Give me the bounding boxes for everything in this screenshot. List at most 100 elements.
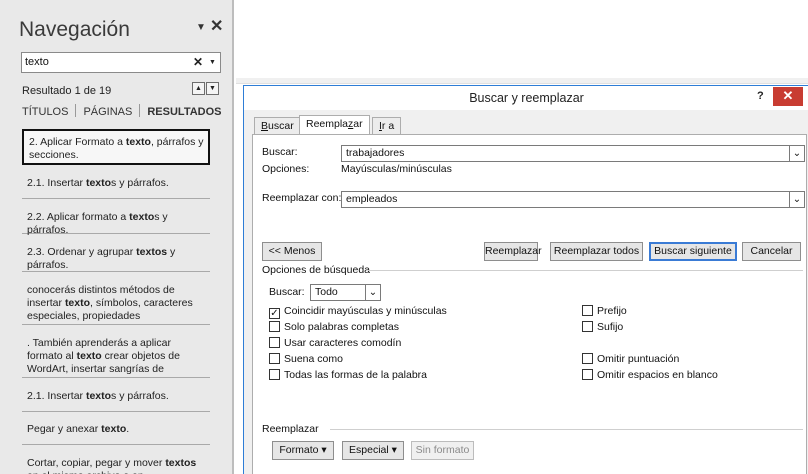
chevron-down-icon[interactable]: ⌄ — [789, 192, 804, 207]
chevron-down-icon[interactable]: ⌄ — [365, 285, 380, 300]
search-result-item[interactable]: . También aprenderás a aplicar formato a… — [22, 332, 210, 378]
checkbox-box[interactable] — [582, 321, 593, 332]
result-text: s y párrafos. — [111, 177, 169, 189]
tab-reemplazar-head: Reempla — [306, 118, 349, 130]
option-checkbox[interactable]: Omitir espacios en blanco — [582, 369, 718, 381]
result-text: 2.2. Aplicar formato a — [27, 211, 130, 223]
tab-buscar-rest: uscar — [268, 120, 294, 132]
options-label: Opciones: — [262, 163, 310, 175]
checkbox-box[interactable] — [269, 337, 280, 348]
checkbox-label: Usar caracteres comodín — [284, 337, 402, 349]
result-match-text: texto — [76, 350, 102, 362]
checkbox-label: Omitir espacios en blanco — [597, 369, 718, 381]
result-match-text: textos — [165, 457, 197, 469]
result-text: 2.1. Insertar — [27, 390, 86, 402]
find-replace-dialog: Buscar y reemplazar ? ✕ Buscar Reemplaza… — [243, 85, 808, 474]
checkbox-box[interactable] — [582, 305, 593, 316]
option-checkbox[interactable]: Omitir puntuación — [582, 353, 679, 365]
checkbox-box[interactable] — [582, 369, 593, 380]
cancel-button[interactable]: Cancelar — [742, 242, 801, 261]
result-match-text: texto — [64, 297, 91, 309]
find-value[interactable]: trabajadores — [346, 147, 404, 159]
group-divider — [368, 270, 803, 271]
result-text: 2.1. Insertar — [27, 177, 86, 189]
checkbox-label: Omitir puntuación — [597, 353, 680, 365]
dialog-titlebar: Buscar y reemplazar ? ✕ — [244, 86, 808, 110]
find-input[interactable]: trabajadores ⌄ — [341, 145, 805, 162]
clear-search-icon[interactable]: ✕ — [193, 55, 203, 69]
checkbox-box[interactable] — [582, 353, 593, 364]
tab-ir-a[interactable]: Ir a — [372, 117, 402, 134]
checkmark-icon: ✓ — [270, 308, 279, 319]
result-counter: Resultado 1 de 19 — [22, 85, 112, 97]
tab-paginas[interactable]: PÁGINAS — [83, 106, 132, 118]
option-checkbox[interactable]: Solo palabras completas — [269, 321, 399, 333]
replace-input[interactable]: empleados ⌄ — [341, 191, 805, 208]
find-next-button[interactable]: Buscar siguiente — [649, 242, 737, 261]
search-result-item[interactable]: Pegar y anexar texto. — [22, 418, 210, 445]
result-text: 2. Aplicar Formato a — [29, 136, 126, 148]
search-result-item[interactable]: 2.1. Insertar textos y párrafos. — [22, 385, 210, 412]
checkbox-label: Suena como — [284, 353, 343, 365]
result-match-text: texto — [101, 423, 127, 435]
search-result-item[interactable]: conocerás distintos métodos de insertar … — [22, 279, 210, 325]
replace-all-button[interactable]: Reemplazar todos — [550, 242, 643, 261]
next-result-button[interactable]: ▼ — [206, 82, 219, 95]
search-direction-select[interactable]: Todo ⌄ — [310, 284, 381, 301]
tab-divider — [75, 104, 77, 117]
checkbox-box[interactable] — [269, 321, 280, 332]
format-button[interactable]: Formato ▾ — [272, 441, 334, 460]
dialog-title: Buscar y reemplazar — [469, 91, 584, 105]
pane-options-icon[interactable]: ▼ — [196, 22, 206, 33]
search-direction-value[interactable]: Todo — [315, 286, 338, 298]
checkbox-label: Todas las formas de la palabra — [284, 369, 427, 381]
search-result-item[interactable]: 2.2. Aplicar formato a textos y párrafos… — [22, 206, 210, 236]
option-checkbox[interactable]: ✓ Coincidir mayúsculas y minúsculas — [269, 305, 447, 319]
search-direction-label: Buscar: — [269, 286, 305, 298]
tab-reemplazar-tail: ar — [353, 118, 363, 130]
tab-titulos[interactable]: TÍTULOS — [22, 106, 68, 118]
help-icon[interactable]: ? — [757, 90, 764, 102]
tab-buscar-key: B — [261, 120, 269, 132]
less-button[interactable]: << Menos — [262, 242, 322, 261]
result-match-text: texto — [129, 211, 155, 223]
special-button[interactable]: Especial ▾ — [342, 441, 404, 460]
tab-reemplazar[interactable]: Reemplazar — [299, 115, 370, 135]
result-text: en el mismo archivo o en — [27, 470, 144, 474]
chevron-down-icon[interactable]: ⌄ — [789, 146, 804, 161]
tab-resultados[interactable]: RESULTADOS — [147, 106, 221, 118]
search-result-item[interactable]: 2.3. Ordenar y agrupar textos y párrafos… — [22, 241, 210, 272]
search-result-item[interactable]: 2.1. Insertar textos y párrafos. — [22, 172, 210, 199]
close-icon[interactable]: ✕ — [210, 16, 223, 36]
result-text: Cortar, copiar, pegar y mover — [27, 457, 166, 469]
search-text[interactable]: texto — [25, 56, 49, 68]
search-options-dropdown-icon[interactable]: ▼ — [209, 59, 216, 66]
option-checkbox[interactable]: Prefijo — [582, 305, 627, 317]
search-result-item[interactable]: 2. Aplicar Formato a texto, párrafos y s… — [22, 129, 210, 165]
result-text: s y párrafos. — [111, 390, 169, 402]
result-text: . — [126, 423, 130, 435]
checkbox-box[interactable]: ✓ — [269, 308, 280, 319]
checkbox-box[interactable] — [269, 353, 280, 364]
tab-divider — [139, 104, 141, 117]
no-format-button: Sin formato — [411, 441, 474, 460]
nav-search-input[interactable]: texto ✕ ▼ — [21, 52, 221, 73]
search-options-title: Opciones de búsqueda — [262, 264, 370, 276]
replace-value[interactable]: empleados — [346, 193, 397, 205]
option-checkbox[interactable]: Suena como — [269, 353, 343, 365]
option-checkbox[interactable]: Sufijo — [582, 321, 623, 333]
tab-buscar[interactable]: Buscar — [254, 117, 301, 134]
search-result-item[interactable]: Cortar, copiar, pegar y mover textos en … — [22, 452, 210, 474]
previous-result-button[interactable]: ▲ — [192, 82, 205, 95]
group-divider — [330, 429, 803, 430]
option-checkbox[interactable]: Usar caracteres comodín — [269, 337, 401, 349]
option-checkbox[interactable]: Todas las formas de la palabra — [269, 369, 427, 381]
find-label: Buscar: — [262, 146, 298, 158]
checkbox-label: Sufijo — [597, 321, 624, 333]
close-dialog-button[interactable]: ✕ — [773, 87, 803, 106]
replace-button[interactable]: Reemplazar — [484, 242, 542, 261]
document-background — [236, 78, 808, 84]
result-match-text: texto — [85, 177, 112, 189]
checkbox-label: Coincidir mayúsculas y minúsculas — [284, 305, 447, 317]
checkbox-box[interactable] — [269, 369, 280, 380]
